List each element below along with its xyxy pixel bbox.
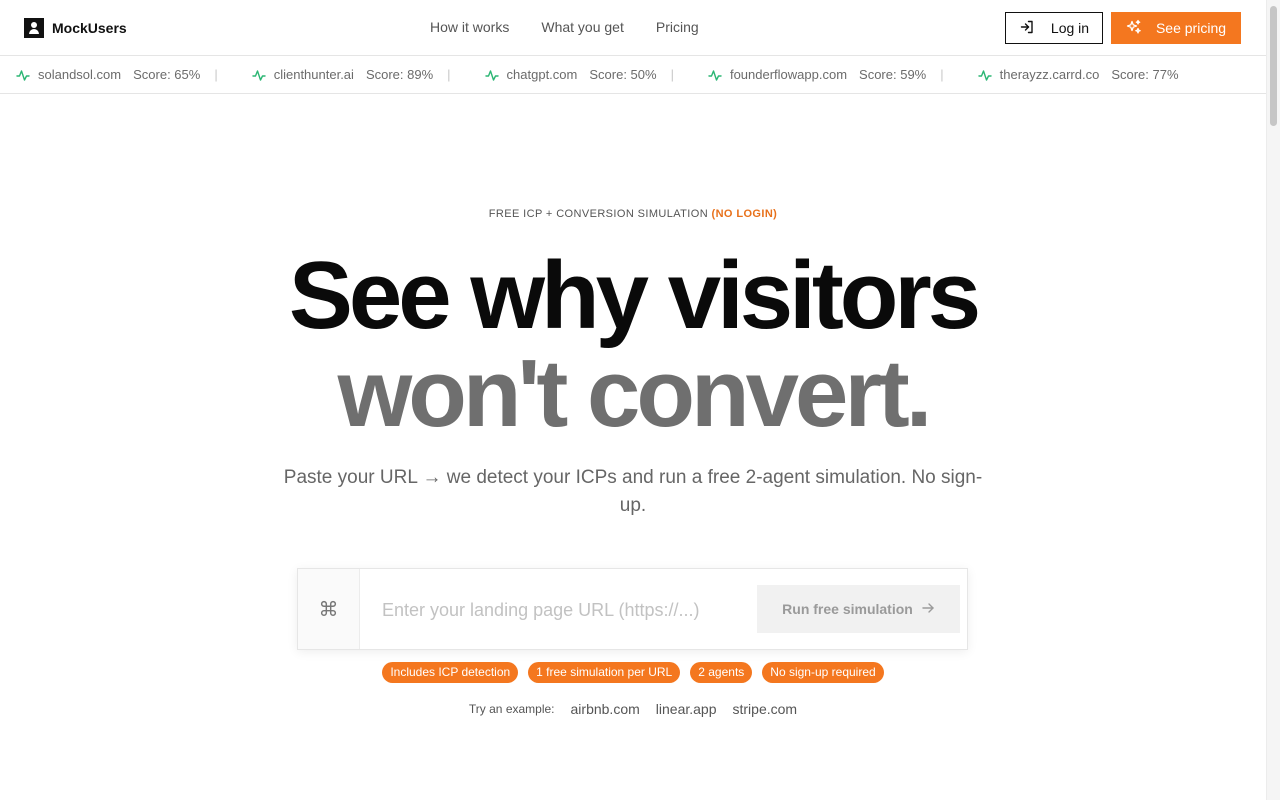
see-pricing-label: See pricing <box>1155 20 1227 36</box>
hero-eyebrow: FREE ICP + CONVERSION SIMULATION (NO LOG… <box>0 208 1266 220</box>
sparkles-icon <box>1126 19 1142 38</box>
login-icon <box>1019 19 1035 38</box>
command-key-icon: ⌘ <box>298 569 360 649</box>
feature-pills: Includes ICP detection 1 free simulation… <box>0 662 1266 683</box>
example-link-stripe[interactable]: stripe.com <box>733 701 798 717</box>
eyebrow-accent: (NO LOGIN) <box>711 208 778 220</box>
feature-pill: No sign-up required <box>762 662 884 683</box>
example-link-linear[interactable]: linear.app <box>656 701 717 717</box>
hero-headline-line1: See why visitors <box>288 242 981 349</box>
ticker-score: Score: 65% <box>133 67 201 82</box>
ticker-domain: clienthunter.ai <box>273 67 354 82</box>
ticker-item: clienthunter.ai Score: 89% | <box>252 67 485 82</box>
ticker-track: solandsol.com Score: 65% | clienthunter.… <box>16 67 1179 82</box>
ticker-separator: | <box>670 67 674 82</box>
run-simulation-label: Run free simulation <box>782 601 913 617</box>
ticker-score: Score: 50% <box>589 67 657 82</box>
activity-pulse-icon <box>484 69 499 81</box>
landing-page-url-input[interactable] <box>382 595 742 625</box>
live-score-ticker: solandsol.com Score: 65% | clienthunter.… <box>0 57 1266 94</box>
feature-pill: 1 free simulation per URL <box>528 662 681 683</box>
nav-link-pricing[interactable]: Pricing <box>656 19 699 35</box>
example-links: Try an example: airbnb.com linear.app st… <box>0 701 1266 717</box>
feature-pill: Includes ICP detection <box>382 662 519 683</box>
ticker-separator: | <box>447 67 451 82</box>
ticker-score: Score: 77% <box>1111 67 1179 82</box>
activity-pulse-icon <box>708 69 722 81</box>
main-nav: How it works What you get Pricing <box>430 19 699 35</box>
ticker-domain: chatgpt.com <box>506 67 578 82</box>
examples-label: Try an example: <box>468 702 555 716</box>
user-logo-icon <box>24 18 44 38</box>
ticker-separator: | <box>940 67 944 82</box>
ticker-item: founderflowapp.com Score: 59% | <box>708 67 978 82</box>
see-pricing-button[interactable]: See pricing <box>1111 12 1241 44</box>
example-link-airbnb[interactable]: airbnb.com <box>571 701 640 717</box>
hero-headline-line2: won't convert. <box>337 340 933 447</box>
arrow-right-icon <box>921 601 935 618</box>
activity-pulse-icon <box>977 69 992 81</box>
nav-link-what-you-get[interactable]: What you get <box>541 19 624 35</box>
brand-name: MockUsers <box>52 20 127 36</box>
feature-pill: 2 agents <box>690 662 753 683</box>
activity-pulse-icon <box>252 69 266 81</box>
login-label: Log in <box>1050 20 1090 36</box>
ticker-domain: therayzz.carrd.co <box>999 67 1100 82</box>
ticker-domain: solandsol.com <box>38 67 122 82</box>
ticker-item: solandsol.com Score: 65% | <box>16 67 252 82</box>
brand[interactable]: MockUsers <box>24 18 127 38</box>
nav-link-how-it-works[interactable]: How it works <box>430 19 509 35</box>
url-form: ⌘ Run free simulation <box>297 568 968 650</box>
top-nav-bar: MockUsers How it works What you get Pric… <box>0 0 1266 56</box>
ticker-score: Score: 59% <box>859 67 927 82</box>
login-button[interactable]: Log in <box>1005 12 1103 44</box>
hero-subtitle: Paste your URL → we detect your ICPs and… <box>283 467 983 516</box>
ticker-domain: founderflowapp.com <box>729 67 848 82</box>
eyebrow-text: FREE ICP + CONVERSION SIMULATION <box>488 208 709 220</box>
scrollbar-thumb[interactable] <box>1270 6 1277 126</box>
ticker-separator: | <box>214 67 218 82</box>
ticker-item: chatgpt.com Score: 50% | <box>484 67 708 82</box>
ticker-score: Score: 89% <box>365 67 434 82</box>
ticker-item: therayzz.carrd.co Score: 77% <box>977 67 1179 82</box>
run-free-simulation-button[interactable]: Run free simulation <box>757 585 960 633</box>
page-scrollbar[interactable] <box>1266 0 1280 800</box>
activity-pulse-icon <box>16 69 30 81</box>
